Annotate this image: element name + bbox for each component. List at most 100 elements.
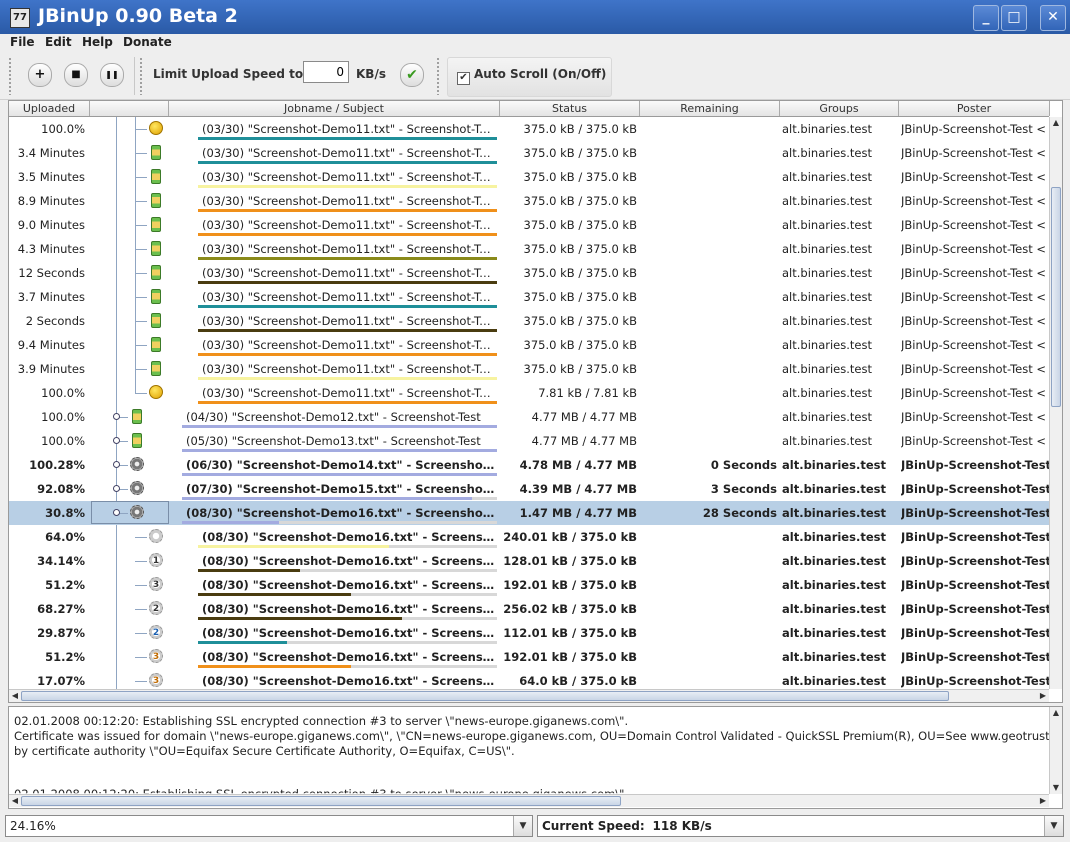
log-scroll-right-arrow[interactable]: ▶	[1037, 795, 1049, 807]
add-job-button[interactable]: +	[28, 63, 52, 87]
log-panel[interactable]: 02.01.2008 00:12:20: Establishing SSL en…	[8, 706, 1063, 809]
status-cell: 375.0 kB / 375.0 kB	[523, 362, 637, 376]
maximize-button[interactable]: □	[1001, 5, 1027, 31]
status-cell: 375.0 kB / 375.0 kB	[523, 122, 637, 136]
uploaded-cell: 3.7 Minutes	[17, 290, 85, 304]
expand-toggle[interactable]	[113, 485, 120, 492]
table-row[interactable]: 92.08% (07/30) "Screenshot-Demo15.txt" - …	[9, 477, 1049, 501]
poster-cell: JBinUp-Screenshot-Test <	[901, 194, 1047, 208]
table-row[interactable]: 9.4 Minutes (03/30) "Screenshot-Demo11.tx…	[9, 333, 1049, 357]
app-icon: 77	[10, 8, 30, 28]
column-header-tree[interactable]	[90, 101, 169, 116]
poster-cell: JBinUp-Screenshot-Test <	[901, 338, 1047, 352]
progress-bar	[198, 185, 497, 188]
table-row[interactable]: 3.9 Minutes (03/30) "Screenshot-Demo11.tx…	[9, 357, 1049, 381]
table-row[interactable]: 3.5 Minutes (03/30) "Screenshot-Demo11.tx…	[9, 165, 1049, 189]
pause-button[interactable]: ❚❚	[100, 63, 124, 87]
table-row[interactable]: 9.0 Minutes (03/30) "Screenshot-Demo11.tx…	[9, 213, 1049, 237]
menu-donate[interactable]: Donate	[123, 35, 172, 49]
stop-button[interactable]: ■	[64, 63, 88, 87]
close-button[interactable]: ✕	[1040, 5, 1066, 31]
toolbar-grip[interactable]	[8, 57, 12, 95]
uploaded-cell: 3.9 Minutes	[17, 362, 85, 376]
table-row[interactable]: 4.3 Minutes (03/30) "Screenshot-Demo11.tx…	[9, 237, 1049, 261]
table-row[interactable]: 51.2% 3 (08/30) "Screenshot-Demo16.txt" - …	[9, 645, 1049, 669]
expand-toggle[interactable]	[113, 461, 120, 468]
scroll-right-arrow[interactable]: ▶	[1037, 690, 1049, 702]
log-scroll-up-arrow[interactable]: ▲	[1050, 707, 1062, 719]
column-header-uploaded[interactable]: Uploaded	[9, 101, 90, 116]
column-header-groups[interactable]: Groups	[780, 101, 899, 116]
poster-cell: JBinUp-Screenshot-Test <	[901, 290, 1047, 304]
total-progress-combo[interactable]: 24.16% ▼	[5, 815, 533, 837]
progress-bar	[182, 473, 497, 476]
menu-edit[interactable]: Edit	[45, 35, 72, 49]
vertical-scroll-thumb[interactable]	[1051, 187, 1061, 407]
poster-cell: JBinUp-Screenshot-Test	[901, 506, 1049, 520]
groups-cell: alt.binaries.test	[782, 338, 872, 352]
tree-connector	[135, 537, 147, 538]
log-horizontal-scrollbar[interactable]: ◀ ▶	[9, 794, 1049, 807]
auto-scroll-checkbox[interactable]: ✔	[457, 72, 470, 85]
column-header-status[interactable]: Status	[500, 101, 640, 116]
table-row[interactable]: 51.2% 3 (08/30) "Screenshot-Demo16.txt" - …	[9, 573, 1049, 597]
table-vertical-scrollbar[interactable]: ▲	[1049, 117, 1062, 689]
table-row[interactable]: 68.27% 2 (08/30) "Screenshot-Demo16.txt" -…	[9, 597, 1049, 621]
apply-limit-button[interactable]: ✔	[400, 63, 424, 87]
table-row[interactable]: 100.0% (04/30) "Screenshot-Demo12.txt" - …	[9, 405, 1049, 429]
table-row[interactable]: 8.9 Minutes (03/30) "Screenshot-Demo11.tx…	[9, 189, 1049, 213]
column-header-remaining[interactable]: Remaining	[640, 101, 780, 116]
hourglass-icon	[132, 433, 142, 448]
chevron-down-icon[interactable]: ▼	[513, 816, 532, 836]
current-speed-combo[interactable]: Current Speed: 118 KB/s ▼	[537, 815, 1064, 837]
table-horizontal-scrollbar[interactable]: ◀ ▶	[9, 689, 1049, 702]
table-row[interactable]: 64.0% (08/30) "Screenshot-Demo16.txt" - S…	[9, 525, 1049, 549]
poster-cell: JBinUp-Screenshot-Test	[901, 458, 1049, 472]
column-header-jobname[interactable]: Jobname / Subject	[169, 101, 500, 116]
current-speed-value: 118 KB/s	[652, 819, 712, 833]
scroll-up-arrow[interactable]: ▲	[1050, 117, 1062, 129]
table-row[interactable]: 100.28% (06/30) "Screenshot-Demo14.txt" -…	[9, 453, 1049, 477]
menu-file[interactable]: File	[10, 35, 35, 49]
uploaded-cell: 64.0%	[45, 530, 85, 544]
chevron-down-icon[interactable]: ▼	[1044, 816, 1063, 836]
expand-toggle[interactable]	[113, 413, 120, 420]
table-row[interactable]: 100.0% (03/30) "Screenshot-Demo11.txt" - …	[9, 117, 1049, 141]
log-vertical-scrollbar[interactable]: ▲ ▼	[1049, 707, 1062, 794]
jobname-cell: (03/30) "Screenshot-Demo11.txt" - Screen…	[202, 170, 495, 184]
uploaded-cell: 100.0%	[41, 410, 85, 424]
column-header-poster[interactable]: Poster	[899, 101, 1050, 116]
jobname-cell: (08/30) "Screenshot-Demo16.txt" - Screen…	[202, 554, 495, 568]
minimize-button[interactable]: _	[973, 5, 999, 31]
groups-cell: alt.binaries.test	[782, 314, 872, 328]
table-row[interactable]: 3.7 Minutes (03/30) "Screenshot-Demo11.tx…	[9, 285, 1049, 309]
scroll-left-arrow[interactable]: ◀	[9, 690, 21, 702]
tree-connector	[135, 249, 147, 250]
status-cell: 1.47 MB / 4.77 MB	[519, 506, 637, 520]
menu-help[interactable]: Help	[82, 35, 113, 49]
gear-icon	[130, 505, 144, 519]
log-horizontal-scroll-thumb[interactable]	[21, 796, 621, 806]
table-row[interactable]: 29.87% 2 (08/30) "Screenshot-Demo16.txt" -…	[9, 621, 1049, 645]
table-row[interactable]: 100.0% (05/30) "Screenshot-Demo13.txt" - …	[9, 429, 1049, 453]
table-row[interactable]: 34.14% 1 (08/30) "Screenshot-Demo16.txt" -…	[9, 549, 1049, 573]
toolbar-grip[interactable]	[139, 57, 143, 95]
log-scroll-left-arrow[interactable]: ◀	[9, 795, 21, 807]
table-row[interactable]: 12 Seconds (03/30) "Screenshot-Demo11.txt…	[9, 261, 1049, 285]
poster-cell: JBinUp-Screenshot-Test <	[901, 386, 1047, 400]
uploaded-cell: 17.07%	[37, 674, 85, 688]
expand-toggle[interactable]	[113, 437, 120, 444]
table-row[interactable]: 3.4 Minutes (03/30) "Screenshot-Demo11.tx…	[9, 141, 1049, 165]
poster-cell: JBinUp-Screenshot-Test <	[901, 362, 1047, 376]
horizontal-scroll-thumb[interactable]	[21, 691, 949, 701]
table-row[interactable]: 30.8% (08/30) "Screenshot-Demo16.txt" - S…	[9, 501, 1049, 525]
log-scroll-down-arrow[interactable]: ▼	[1050, 782, 1062, 794]
table-row[interactable]: 17.07% 3 (08/30) "Screenshot-Demo16.txt" -…	[9, 669, 1049, 689]
tree-connector	[135, 321, 147, 322]
limit-speed-input[interactable]	[303, 61, 349, 83]
table-row[interactable]: 2 Seconds (03/30) "Screenshot-Demo11.txt"…	[9, 309, 1049, 333]
log-line: 02.01.2008 00:12:20: Establishing SSL en…	[14, 714, 629, 728]
toolbar-grip[interactable]	[436, 57, 440, 95]
table-row[interactable]: 100.0% (03/30) "Screenshot-Demo11.txt" - …	[9, 381, 1049, 405]
auto-scroll-toggle[interactable]: ✔ Auto Scroll (On/Off)	[457, 67, 606, 85]
